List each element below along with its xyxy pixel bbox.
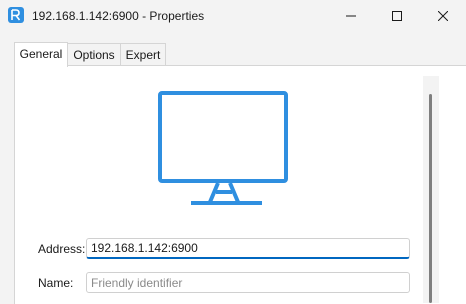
address-label: Address: <box>38 242 86 256</box>
maximize-icon <box>392 11 402 21</box>
name-label: Name: <box>38 276 74 290</box>
tab-expert[interactable]: Expert <box>120 43 166 66</box>
close-icon <box>438 11 448 21</box>
minimize-icon <box>346 15 356 17</box>
close-button[interactable] <box>420 0 466 32</box>
address-input[interactable] <box>86 238 410 259</box>
tab-general[interactable]: General <box>14 42 68 67</box>
monitor-icon <box>158 90 290 206</box>
window-title: 192.168.1.142:6900 - Properties <box>32 9 205 23</box>
scrollbar-thumb[interactable] <box>429 94 432 303</box>
app-logo-icon <box>8 7 24 23</box>
minimize-button[interactable] <box>328 0 374 32</box>
tab-options[interactable]: Options <box>67 43 121 66</box>
title-bar: 192.168.1.142:6900 - Properties <box>0 0 466 32</box>
maximize-button[interactable] <box>374 0 420 32</box>
name-input[interactable] <box>86 272 410 293</box>
